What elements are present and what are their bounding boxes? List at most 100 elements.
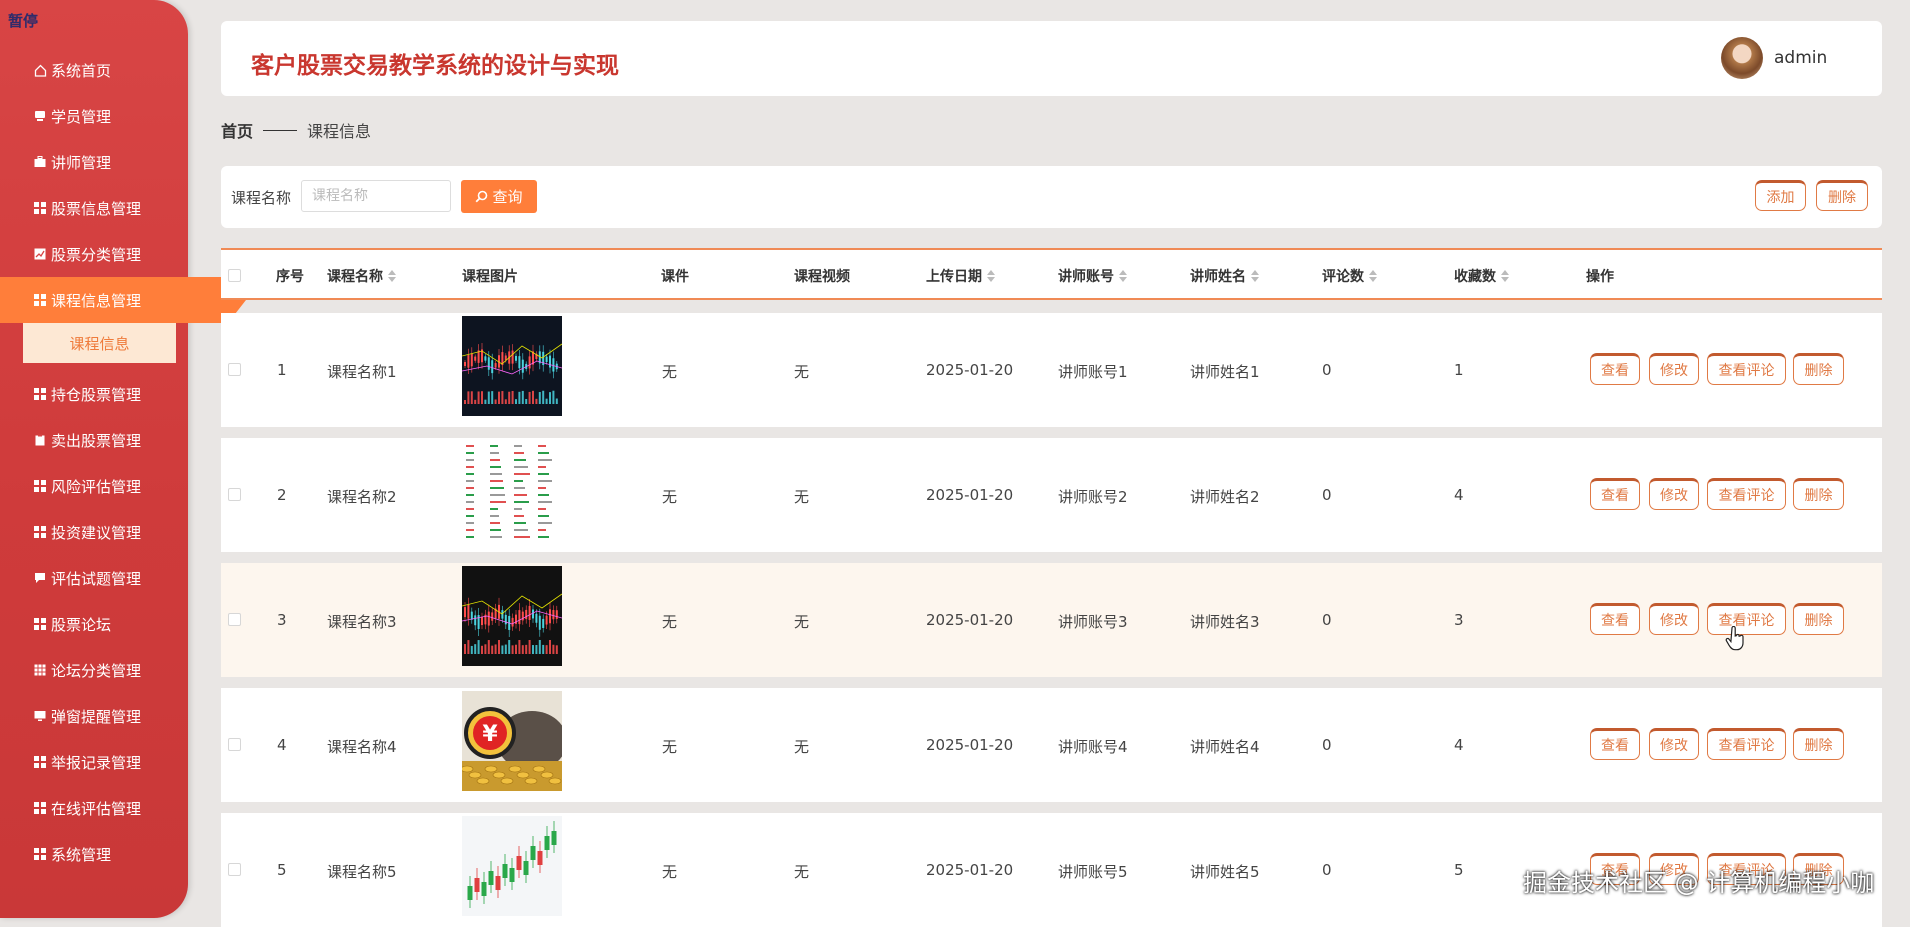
sidebar-item-3[interactable]: 股票信息管理 [0,185,188,231]
sidebar-item-8[interactable]: 风险评估管理 [0,463,188,509]
cell-favorites: 5 [1454,861,1464,879]
edit-button[interactable]: 修改 [1649,353,1699,385]
sort-icon[interactable] [1369,270,1377,282]
cell-date: 2025-01-20 [926,611,1014,629]
view-comments-button[interactable]: 查看评论 [1707,603,1786,635]
course-image[interactable] [462,441,562,541]
submenu-item-course-info[interactable]: 课程信息 [23,323,176,363]
view-button[interactable]: 查看 [1590,603,1640,635]
cell-date: 2025-01-20 [926,486,1014,504]
pause-badge[interactable]: 暂停 [8,10,38,31]
cell-account: 讲师账号1 [1058,363,1128,381]
query-button[interactable]: 查询 [461,180,537,213]
sort-icon[interactable] [388,270,396,282]
th-favorites-label: 收藏数 [1454,269,1496,285]
sidebar-item-15[interactable]: 在线评估管理 [0,785,188,831]
search-input[interactable] [301,180,451,212]
grid-icon [33,847,47,861]
cell-index: 5 [277,861,287,879]
grid-icon [33,201,47,215]
th-comments[interactable]: 评论数 [1322,266,1377,286]
table-row[interactable]: 2 课程名称2 无 无 2025-01-20 讲师账号2 讲师姓名2 0 4 查看 修改 查看评论 删除 [221,438,1882,552]
sort-icon[interactable] [1501,270,1509,282]
sidebar-item-10[interactable]: 评估试题管理 [0,555,188,601]
cell-video: 无 [794,613,810,631]
sidebar-item-13[interactable]: 弹窗提醒管理 [0,693,188,739]
th-date[interactable]: 上传日期 [926,266,995,286]
th-account[interactable]: 讲师账号 [1058,266,1127,286]
add-button[interactable]: 添加 [1755,180,1806,211]
cell-favorites: 4 [1454,486,1464,504]
delete-button[interactable]: 删除 [1793,728,1844,760]
sidebar-item-label: 课程信息管理 [51,291,142,310]
delete-selected-button[interactable]: 删除 [1816,180,1868,211]
table-row[interactable]: 1 课程名称1 无 无 2025-01-20 讲师账号1 讲师姓名1 0 1 查看 修改 查看评论 删除 [221,313,1882,427]
table-row[interactable]: 4 课程名称4 无 无 2025-01-20 讲师账号4 讲师姓名4 0 4 ¥ 查看 修改 查看评论删… [221,688,1882,802]
edit-button[interactable]: 修改 [1649,728,1699,760]
table-header: 序号 课程名称 课程图片 课件 课程视频 上传日期 讲师账号 讲师姓名 评论数 … [221,248,1882,300]
cell-courseware: 无 [662,363,678,381]
sort-icon[interactable] [987,270,995,282]
grid-icon [33,387,47,401]
edit-button[interactable]: 修改 [1649,478,1699,510]
sidebar-item-16[interactable]: 系统管理 [0,831,188,877]
sidebar-item-label: 弹窗提醒管理 [51,707,142,726]
username[interactable]: admin [1774,48,1827,68]
sidebar-item-6[interactable]: 持仓股票管理 [0,371,188,417]
course-image[interactable] [462,816,562,916]
sidebar-item-1[interactable]: 学员管理 [0,93,188,139]
sidebar-item-7[interactable]: 卖出股票管理 [0,417,188,463]
breadcrumb-home[interactable]: 首页 [221,118,253,142]
view-comments-button[interactable]: 查看评论 [1707,728,1786,760]
svg-text:¥: ¥ [482,722,498,747]
sidebar-item-11[interactable]: 股票论坛 [0,601,188,647]
cell-teacher: 讲师姓名3 [1190,613,1260,631]
delete-button[interactable]: 删除 [1793,603,1844,635]
row-checkbox[interactable] [228,488,241,501]
sidebar-item-5[interactable]: 课程信息管理 [0,277,246,323]
sidebar-item-0[interactable]: 系统首页 [0,47,188,93]
cell-account: 讲师账号4 [1058,738,1128,756]
course-image[interactable]: ¥ [462,691,562,791]
select-all-checkbox[interactable] [228,269,241,282]
table-row[interactable]: 3 课程名称3 无 无 2025-01-20 讲师账号3 讲师姓名3 0 3 查看 修改 查看评论 删除 [221,563,1882,677]
sidebar-item-label: 系统管理 [51,845,112,864]
clipboard-icon [33,433,47,447]
delete-button[interactable]: 删除 [1793,353,1844,385]
th-teacher[interactable]: 讲师姓名 [1190,266,1259,286]
delete-button[interactable]: 删除 [1793,478,1844,510]
table-icon [33,663,47,677]
course-image[interactable] [462,566,562,666]
view-comments-button[interactable]: 查看评论 [1707,478,1786,510]
edit-button[interactable]: 修改 [1649,603,1699,635]
row-checkbox[interactable] [228,863,241,876]
sort-icon[interactable] [1251,270,1259,282]
sidebar-item-12[interactable]: 论坛分类管理 [0,647,188,693]
sidebar-menu: 系统首页 学员管理 讲师管理 股票信息管理股票分类管理 课程信息管理课程信息持仓股票管理… [0,47,246,877]
cell-video: 无 [794,863,810,881]
view-comments-button[interactable]: 查看评论 [1707,353,1786,385]
cell-index: 2 [277,486,287,504]
sidebar-item-9[interactable]: 投资建议管理 [0,509,188,555]
view-button[interactable]: 查看 [1590,728,1640,760]
sidebar-item-2[interactable]: 讲师管理 [0,139,188,185]
sidebar-item-4[interactable]: 股票分类管理 [0,231,188,277]
avatar[interactable] [1721,37,1763,79]
th-actions: 操作 [1586,266,1614,286]
view-button[interactable]: 查看 [1590,353,1640,385]
hand-cursor-icon [1725,626,1744,651]
th-name[interactable]: 课程名称 [327,266,396,286]
th-favorites[interactable]: 收藏数 [1454,266,1509,286]
view-button[interactable]: 查看 [1590,478,1640,510]
sidebar-item-label: 股票分类管理 [51,245,142,264]
th-video-label: 课程视频 [794,269,850,285]
row-checkbox[interactable] [228,363,241,376]
row-checkbox[interactable] [228,738,241,751]
course-image[interactable] [462,316,562,416]
sort-icon[interactable] [1119,270,1127,282]
row-checkbox[interactable] [228,613,241,626]
sidebar-item-14[interactable]: 举报记录管理 [0,739,188,785]
sidebar-item-label: 风险评估管理 [51,477,142,496]
chart-icon [33,247,47,261]
cell-account: 讲师账号3 [1058,613,1128,631]
